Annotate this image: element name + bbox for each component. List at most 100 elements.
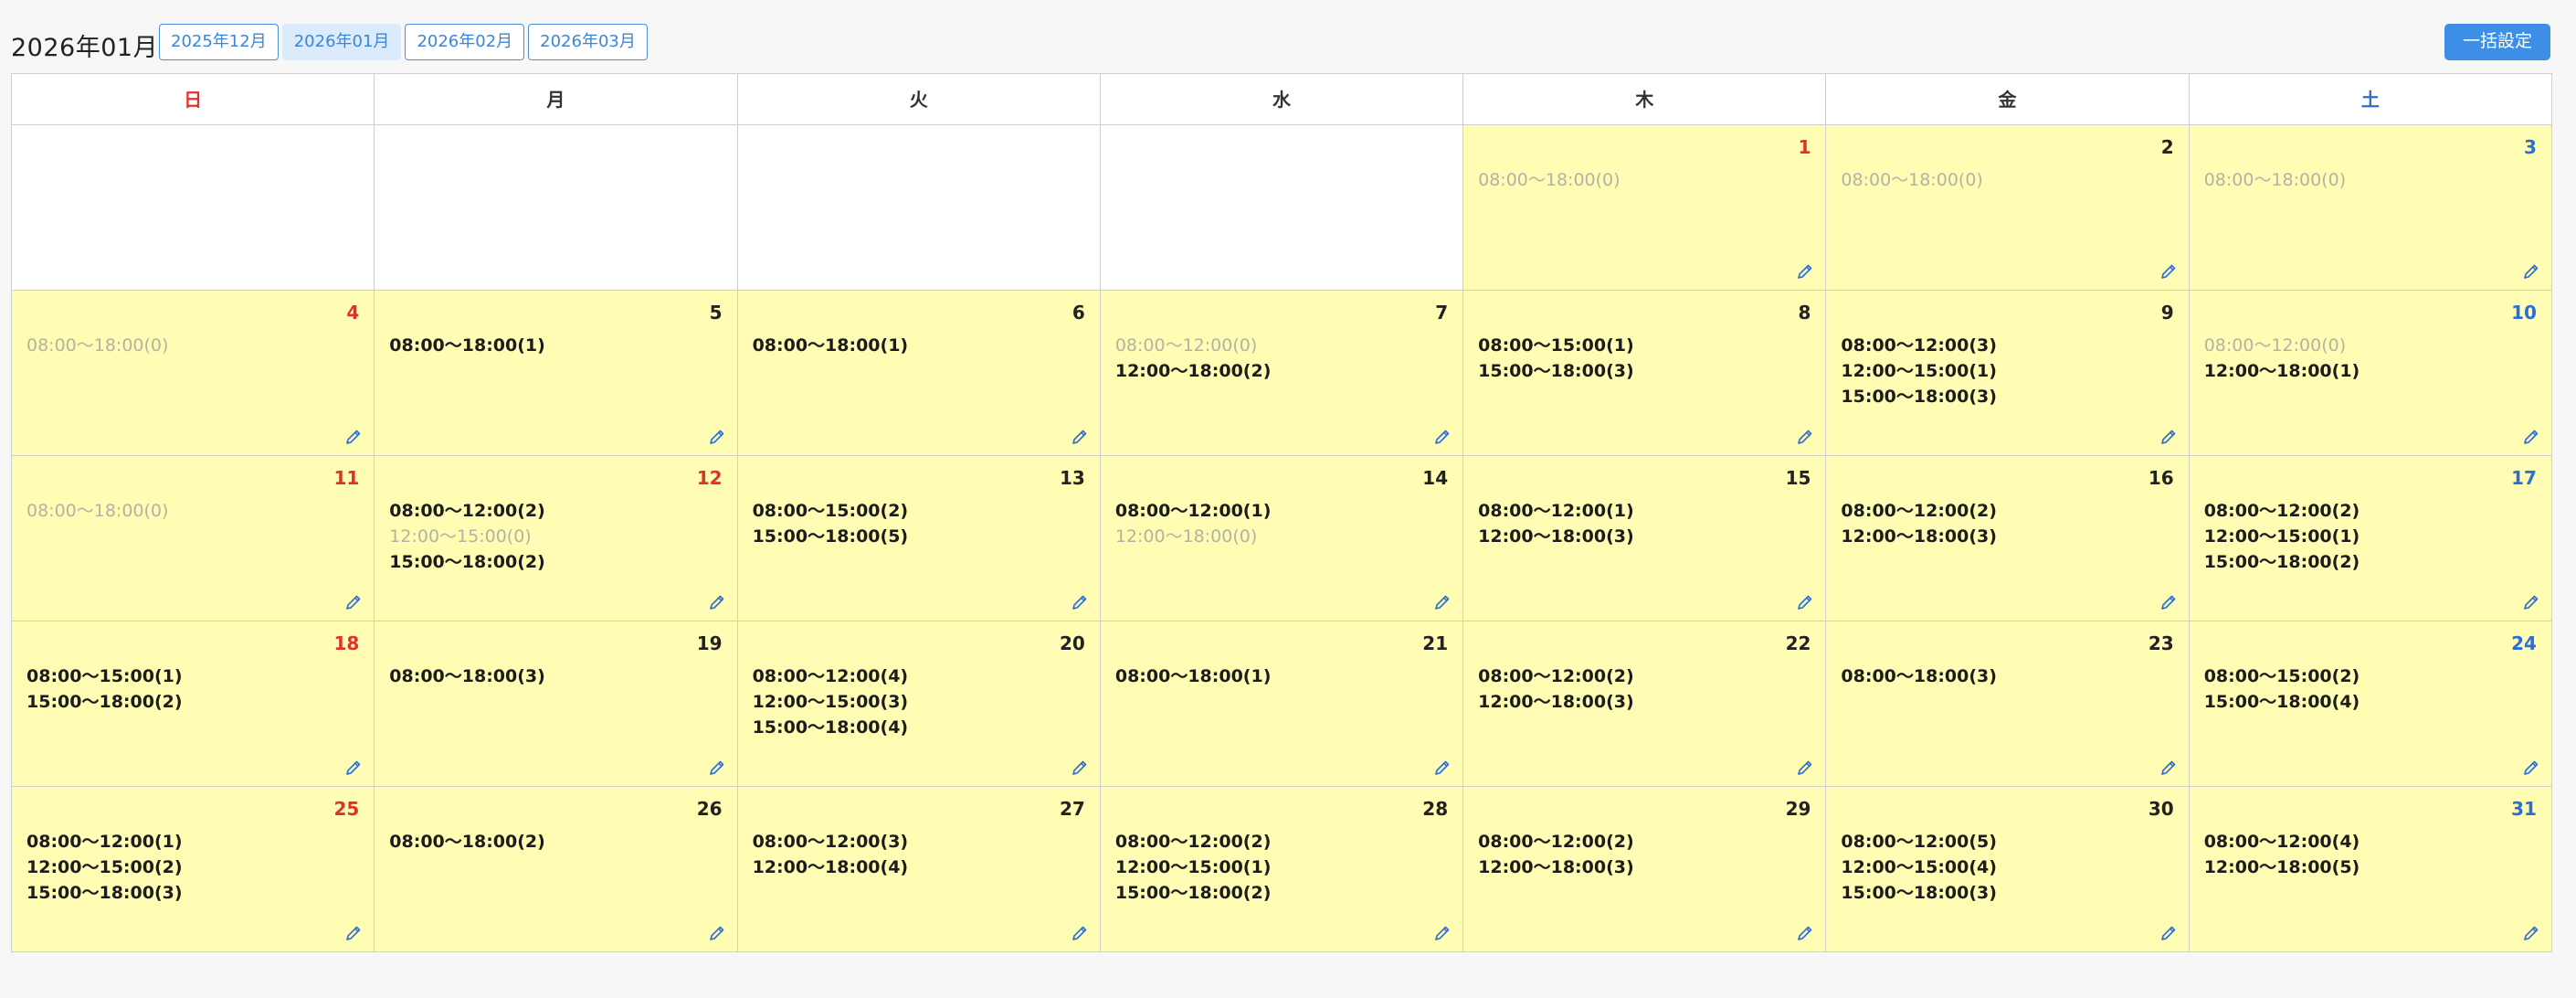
day-cell-13[interactable]: 13 08:00〜15:00(2) 15:00〜18:00(5) <box>737 456 1101 621</box>
day-cell-24[interactable]: 24 08:00〜15:00(2) 15:00〜18:00(4) <box>2189 621 2552 787</box>
day-cell-29[interactable]: 29 08:00〜12:00(2) 12:00〜18:00(3) <box>1463 787 1827 952</box>
time-slot: 12:00〜15:00(2) <box>26 857 183 877</box>
day-cell-21[interactable]: 21 08:00〜18:00(1) <box>1100 621 1464 787</box>
pencil-icon[interactable] <box>2522 593 2540 611</box>
pencil-icon[interactable] <box>2159 924 2178 942</box>
day-cell-15[interactable]: 15 08:00〜12:00(1) 12:00〜18:00(3) <box>1463 456 1827 621</box>
time-slot-list: 08:00〜12:00(4) 12:00〜18:00(5) <box>2204 829 2360 880</box>
tab-month-2026-02[interactable]: 2026年02月 <box>405 24 525 60</box>
weekday-header-1: 月 <box>375 74 738 125</box>
day-cell-26[interactable]: 26 08:00〜18:00(2) <box>375 787 738 952</box>
day-number: 16 <box>2148 467 2174 489</box>
pencil-icon[interactable] <box>1796 924 1814 942</box>
day-cell-28[interactable]: 28 08:00〜12:00(2) 12:00〜15:00(1) 15:00〜18:0… <box>1100 787 1464 952</box>
pencil-icon[interactable] <box>2522 759 2540 777</box>
time-slot-list: 08:00〜12:00(1) 12:00〜15:00(2) 15:00〜18:00(… <box>26 829 183 906</box>
pencil-icon[interactable] <box>344 924 363 942</box>
day-number: 7 <box>1435 302 1449 324</box>
pencil-icon[interactable] <box>1433 924 1452 942</box>
pencil-icon[interactable] <box>1796 593 1814 611</box>
time-slot-list: 08:00〜12:00(4) 12:00〜15:00(3) 15:00〜18:00(… <box>753 664 909 740</box>
pencil-icon[interactable] <box>344 428 363 446</box>
day-number: 18 <box>333 632 360 654</box>
time-slot-list: 08:00〜12:00(5) 12:00〜15:00(4) 15:00〜18:00(… <box>1841 829 1997 906</box>
day-number: 8 <box>1798 302 1811 324</box>
tab-month-2026-03[interactable]: 2026年03月 <box>528 24 648 60</box>
pencil-icon[interactable] <box>1433 593 1452 611</box>
pencil-icon[interactable] <box>708 759 726 777</box>
day-cell-8[interactable]: 8 08:00〜15:00(1) 15:00〜18:00(3) <box>1463 291 1827 456</box>
day-cell-27[interactable]: 27 08:00〜12:00(3) 12:00〜18:00(4) <box>737 787 1101 952</box>
day-cell-11[interactable]: 11 08:00〜18:00(0) <box>12 456 375 621</box>
time-slot: 08:00〜12:00(1) <box>26 832 183 852</box>
day-cell-10[interactable]: 10 08:00〜12:00(0) 12:00〜18:00(1) <box>2189 291 2552 456</box>
pencil-icon[interactable] <box>1796 759 1814 777</box>
time-slot: 08:00〜12:00(0) <box>1114 335 1258 356</box>
tab-month-2026-01[interactable]: 2026年01月 <box>281 24 402 60</box>
day-cell-14[interactable]: 14 08:00〜12:00(1) 12:00〜18:00(0) <box>1100 456 1464 621</box>
day-cell-20[interactable]: 20 08:00〜12:00(4) 12:00〜15:00(3) 15:00〜18:0… <box>737 621 1101 787</box>
time-slot: 15:00〜18:00(3) <box>1841 883 1997 903</box>
pencil-icon[interactable] <box>708 428 726 446</box>
pencil-icon[interactable] <box>708 924 726 942</box>
weekday-header-2: 火 <box>737 74 1101 125</box>
tab-month-2025-12[interactable]: 2025年12月 <box>159 24 279 60</box>
pencil-icon[interactable] <box>2159 262 2178 281</box>
week-row: 18 08:00〜15:00(1) 15:00〜18:00(2) 19 08:00〜18… <box>12 621 2552 787</box>
pencil-icon[interactable] <box>1071 593 1089 611</box>
time-slot: 08:00〜18:00(3) <box>389 666 545 686</box>
pencil-icon[interactable] <box>1433 428 1452 446</box>
day-cell-22[interactable]: 22 08:00〜12:00(2) 12:00〜18:00(3) <box>1463 621 1827 787</box>
week-row: 4 08:00〜18:00(0) 5 08:00〜18:00(1) 6 08:00〜18:… <box>12 291 2552 456</box>
pencil-icon[interactable] <box>2522 428 2540 446</box>
weekday-header-row: 日月火水木金土 <box>12 74 2552 125</box>
pencil-icon[interactable] <box>2159 593 2178 611</box>
day-cell-19[interactable]: 19 08:00〜18:00(3) <box>375 621 738 787</box>
day-cell-16[interactable]: 16 08:00〜12:00(2) 12:00〜18:00(3) <box>1826 456 2190 621</box>
pencil-icon[interactable] <box>2522 262 2540 281</box>
day-number: 28 <box>1422 798 1449 820</box>
day-number: 5 <box>709 302 723 324</box>
pencil-icon[interactable] <box>708 593 726 611</box>
day-cell-18[interactable]: 18 08:00〜15:00(1) 15:00〜18:00(2) <box>12 621 375 787</box>
day-cell-23[interactable]: 23 08:00〜18:00(3) <box>1826 621 2190 787</box>
day-number: 1 <box>1798 136 1811 158</box>
pencil-icon[interactable] <box>2159 759 2178 777</box>
time-slot: 08:00〜18:00(2) <box>389 832 545 852</box>
pencil-icon[interactable] <box>1433 759 1452 777</box>
time-slot-list: 08:00〜12:00(2) 12:00〜18:00(3) <box>1841 498 1997 549</box>
day-cell-5[interactable]: 5 08:00〜18:00(1) <box>375 291 738 456</box>
pencil-icon[interactable] <box>1071 924 1089 942</box>
time-slot: 08:00〜18:00(0) <box>1478 170 1621 190</box>
day-cell-7[interactable]: 7 08:00〜12:00(0) 12:00〜18:00(2) <box>1100 291 1464 456</box>
day-cell-31[interactable]: 31 08:00〜12:00(4) 12:00〜18:00(5) <box>2189 787 2552 952</box>
day-cell-9[interactable]: 9 08:00〜12:00(3) 12:00〜15:00(1) 15:00〜18:00… <box>1826 291 2190 456</box>
day-cell-1[interactable]: 1 08:00〜18:00(0) <box>1463 125 1827 291</box>
time-slot: 08:00〜12:00(2) <box>1114 832 1272 852</box>
pencil-icon[interactable] <box>2159 428 2178 446</box>
empty-day-cell <box>12 125 375 291</box>
pencil-icon[interactable] <box>344 593 363 611</box>
pencil-icon[interactable] <box>1071 759 1089 777</box>
pencil-icon[interactable] <box>1796 428 1814 446</box>
day-cell-30[interactable]: 30 08:00〜12:00(5) 12:00〜15:00(4) 15:00〜18:0… <box>1826 787 2190 952</box>
day-cell-2[interactable]: 2 08:00〜18:00(0) <box>1826 125 2190 291</box>
bulk-settings-button[interactable]: 一括設定 <box>2444 24 2550 60</box>
time-slot-list: 08:00〜18:00(0) <box>1841 167 1982 193</box>
time-slot-list: 08:00〜18:00(1) <box>753 333 909 358</box>
time-slot: 08:00〜18:00(0) <box>2203 170 2347 190</box>
day-cell-3[interactable]: 3 08:00〜18:00(0) <box>2189 125 2552 291</box>
pencil-icon[interactable] <box>1796 262 1814 281</box>
day-number: 31 <box>2511 798 2537 820</box>
pencil-icon[interactable] <box>1071 428 1089 446</box>
day-cell-12[interactable]: 12 08:00〜12:00(2) 12:00〜15:00(0) 15:00〜18:0… <box>375 456 738 621</box>
day-cell-25[interactable]: 25 08:00〜12:00(1) 12:00〜15:00(2) 15:00〜18:0… <box>12 787 375 952</box>
pencil-icon[interactable] <box>344 759 363 777</box>
weekday-header-4: 木 <box>1463 74 1827 125</box>
pencil-icon[interactable] <box>2522 924 2540 942</box>
day-cell-6[interactable]: 6 08:00〜18:00(1) <box>737 291 1101 456</box>
time-slot: 12:00〜18:00(5) <box>2203 857 2360 877</box>
day-cell-4[interactable]: 4 08:00〜18:00(0) <box>12 291 375 456</box>
day-cell-17[interactable]: 17 08:00〜12:00(2) 12:00〜15:00(1) 15:00〜18:0… <box>2189 456 2552 621</box>
time-slot: 15:00〜18:00(3) <box>1478 361 1634 381</box>
